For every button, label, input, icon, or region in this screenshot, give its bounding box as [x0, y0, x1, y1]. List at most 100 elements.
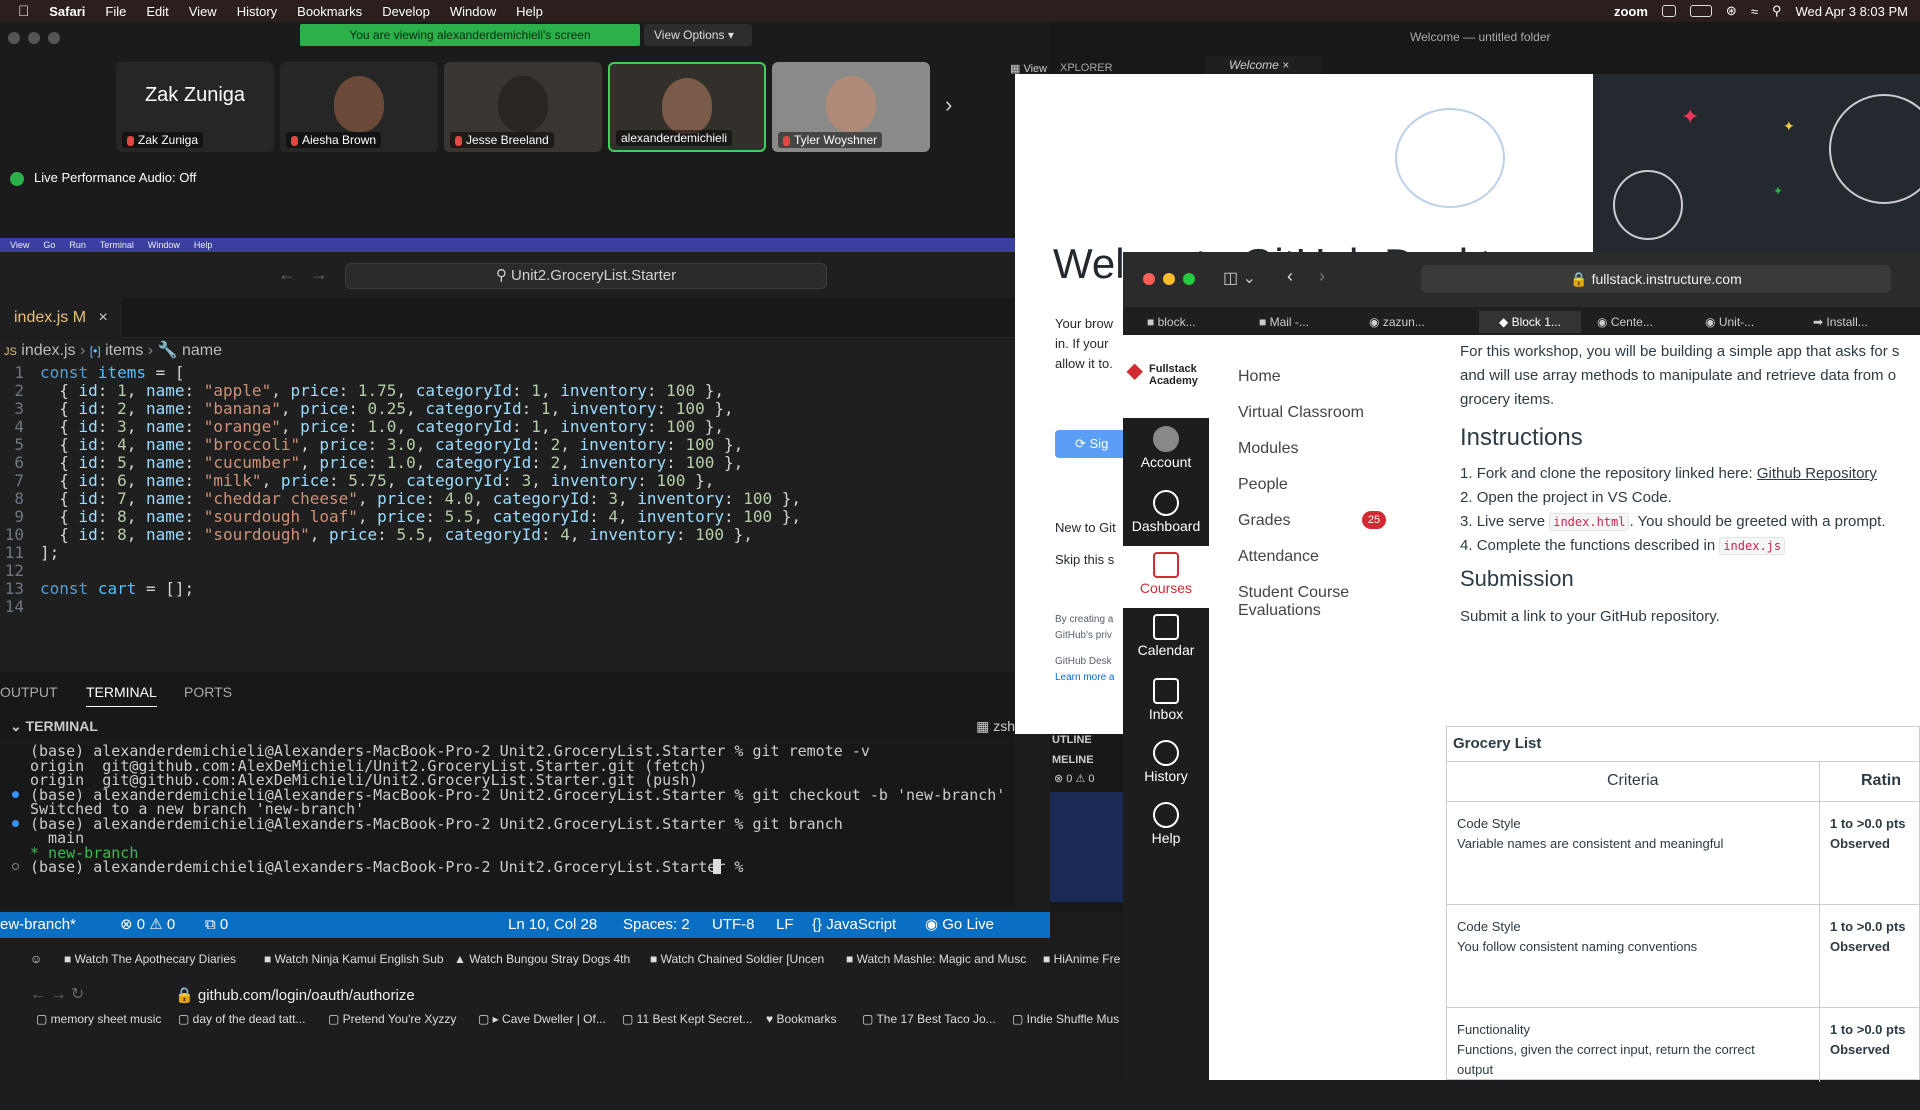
bookmark-item[interactable]: ▢ day of the dead tatt... — [178, 1012, 305, 1026]
outline-label[interactable]: UTLINE — [1052, 734, 1092, 746]
timeline-label[interactable]: MELINE — [1052, 754, 1094, 766]
maximize-icon[interactable] — [48, 32, 60, 44]
menu-app-name[interactable]: Safari — [49, 4, 85, 19]
menu-develop[interactable]: Develop — [382, 4, 430, 19]
status-ports[interactable]: ⧉ 0 — [205, 912, 228, 938]
tab-terminal[interactable]: TERMINAL — [86, 684, 157, 707]
terminal-output[interactable]: (base) alexanderdemichieli@Alexanders-Ma… — [0, 742, 1015, 908]
breadcrumb-file[interactable]: index.js — [21, 342, 75, 359]
vscode-menu-window[interactable]: Window — [148, 240, 180, 250]
status-eol[interactable]: LF — [776, 912, 794, 938]
code-line[interactable]: 10 { id: 8, name: "sourdough", price: 5.… — [0, 524, 753, 546]
welcome-tab[interactable]: Welcome × — [1205, 56, 1321, 74]
breadcrumb-symbol[interactable]: name — [182, 342, 222, 359]
course-nav-people[interactable]: People — [1238, 476, 1288, 494]
command-status-dot[interactable] — [12, 819, 19, 827]
tab-ports[interactable]: PORTS — [184, 684, 232, 700]
nav-inbox[interactable]: Inbox — [1123, 672, 1209, 734]
participant-tile-jesse[interactable]: Jesse Breeland — [444, 62, 602, 152]
status-encoding[interactable]: UTF-8 — [712, 912, 755, 938]
command-center-search[interactable]: ⚲ Unit2.GroceryList.Starter — [345, 263, 827, 289]
course-nav-virtual-classroom[interactable]: Virtual Classroom — [1238, 404, 1364, 422]
chrome-tab[interactable]: ■ Watch Chained Soldier [Uncen — [650, 952, 824, 966]
menu-edit[interactable]: Edit — [146, 4, 168, 19]
forward-arrow-icon[interactable]: → — [310, 264, 328, 285]
nav-calendar[interactable]: Calendar — [1123, 608, 1209, 670]
nav-dashboard[interactable]: Dashboard — [1123, 484, 1209, 546]
course-nav-attendance[interactable]: Attendance — [1238, 548, 1319, 566]
back-arrow-icon[interactable]: ‹ — [1287, 266, 1293, 287]
course-nav-evaluations[interactable]: Student Course Evaluations — [1238, 584, 1349, 620]
fullstack-logo[interactable]: ◆ Fullstack Academy — [1125, 361, 1209, 387]
vscode-menu-view[interactable]: View — [10, 240, 29, 250]
safari-tab[interactable]: ◉ zazun... — [1369, 311, 1425, 333]
status-problems[interactable]: ⊗ 0 ⚠ 0 — [120, 912, 175, 938]
vscode-menu-go[interactable]: Go — [43, 240, 55, 250]
forward-arrow-icon[interactable]: › — [1319, 266, 1325, 287]
command-status-dot[interactable] — [12, 790, 19, 798]
bluetooth-icon[interactable]: ⊛ — [1726, 3, 1737, 19]
view-options-button[interactable]: View Options ▾ — [644, 24, 752, 46]
bookmark-item[interactable]: ▢ Indie Shuffle Mus — [1012, 1012, 1119, 1026]
chrome-tab[interactable]: ■ Watch Mashle: Magic and Musc — [846, 952, 1026, 966]
menu-bookmarks[interactable]: Bookmarks — [297, 4, 362, 19]
course-nav-modules[interactable]: Modules — [1238, 440, 1298, 458]
minimize-icon[interactable] — [1163, 273, 1175, 285]
bookmark-item[interactable]: ▢ ▸ Cave Dweller | Of... — [478, 1012, 606, 1026]
wifi-icon[interactable]: ≈ — [1751, 4, 1758, 19]
search-icon[interactable]: ⚲ — [1772, 3, 1782, 19]
chrome-address-bar[interactable]: 🔒 github.com/login/oauth/authorize — [175, 986, 415, 1004]
course-nav-home[interactable]: Home — [1238, 368, 1281, 386]
close-icon[interactable] — [1143, 273, 1155, 285]
close-icon[interactable] — [8, 32, 20, 44]
vscode-menu-help[interactable]: Help — [194, 240, 213, 250]
safari-address-bar[interactable]: 🔒 fullstack.instructure.com — [1421, 265, 1891, 293]
breadcrumb-symbol[interactable]: items — [105, 342, 143, 359]
close-icon[interactable]: × — [98, 309, 107, 326]
chrome-tab[interactable]: ▲ Watch Bungou Stray Dogs 4th — [454, 952, 630, 966]
safari-tab[interactable]: ◉ Unit-... — [1705, 311, 1754, 333]
status-golive[interactable]: ◉ Go Live — [925, 912, 994, 938]
terminal-section-header[interactable]: ⌄ TERMINAL ▦ zsh — [0, 712, 1015, 740]
bookmark-item[interactable]: ▢ 11 Best Kept Secret... — [622, 1012, 753, 1026]
learn-more-link[interactable]: Learn more a — [1055, 670, 1114, 686]
chrome-tab[interactable]: ■ Watch The Apothecary Diaries — [64, 952, 236, 966]
zsh-terminal-tab[interactable]: ▦ zsh — [976, 712, 1015, 740]
nav-courses[interactable]: Courses — [1123, 546, 1209, 608]
tab-output[interactable]: OUTPUT — [0, 684, 58, 700]
safari-tab[interactable]: ■ block... — [1147, 311, 1196, 333]
chrome-tab[interactable]: ■ HiAnime Fre — [1043, 952, 1120, 966]
chrome-tab[interactable]: ■ Watch Ninja Kamui English Sub — [264, 952, 444, 966]
status-branch[interactable]: ew-branch* — [0, 912, 76, 938]
zoom-status-label[interactable]: zoom — [1614, 4, 1648, 19]
next-participants-icon[interactable]: › — [945, 92, 952, 118]
github-repository-link[interactable]: Github Repository — [1757, 465, 1877, 482]
chrome-back-icon[interactable]: ← → ↻ — [30, 984, 84, 1004]
menu-view[interactable]: View — [189, 4, 217, 19]
tab-index-js[interactable]: index.js M × — [0, 298, 122, 338]
battery-icon[interactable] — [1689, 5, 1712, 17]
menubar-clock[interactable]: Wed Apr 3 8:03 PM — [1796, 4, 1909, 19]
status-position[interactable]: Ln 10, Col 28 — [508, 912, 597, 938]
skip-link[interactable]: Skip this s — [1055, 552, 1114, 567]
status-language[interactable]: {} JavaScript — [812, 912, 896, 938]
back-arrow-icon[interactable]: ← — [278, 264, 296, 285]
bookmark-item[interactable]: ▢ memory sheet music — [36, 1012, 161, 1026]
vscode-menu-terminal[interactable]: Terminal — [100, 240, 134, 250]
bookmark-item[interactable]: ▢ The 17 Best Taco Jo... — [862, 1012, 996, 1026]
status-spaces[interactable]: Spaces: 2 — [623, 912, 690, 938]
safari-tab[interactable]: ◉ Cente... — [1597, 311, 1653, 333]
sidebar-icon[interactable]: ◫ ⌄ — [1223, 268, 1256, 288]
bookmark-item[interactable]: ♥ Bookmarks — [766, 1012, 837, 1026]
bookmark-item[interactable]: ▢ Pretend You're Xyzzy — [328, 1012, 456, 1026]
menu-help[interactable]: Help — [516, 4, 543, 19]
nav-account[interactable]: Account — [1123, 420, 1209, 482]
code-line[interactable]: 14 — [0, 596, 40, 618]
nav-help[interactable]: Help — [1123, 796, 1209, 858]
minimize-icon[interactable] — [28, 32, 40, 44]
participant-tile-zak[interactable]: Zak Zuniga Zak Zuniga — [116, 62, 274, 152]
menu-history[interactable]: History — [237, 4, 277, 19]
participant-tile-tyler[interactable]: Tyler Woyshner — [772, 62, 930, 152]
safari-tab[interactable]: ➡ Install... — [1813, 311, 1868, 333]
vscode-menu-run[interactable]: Run — [69, 240, 86, 250]
